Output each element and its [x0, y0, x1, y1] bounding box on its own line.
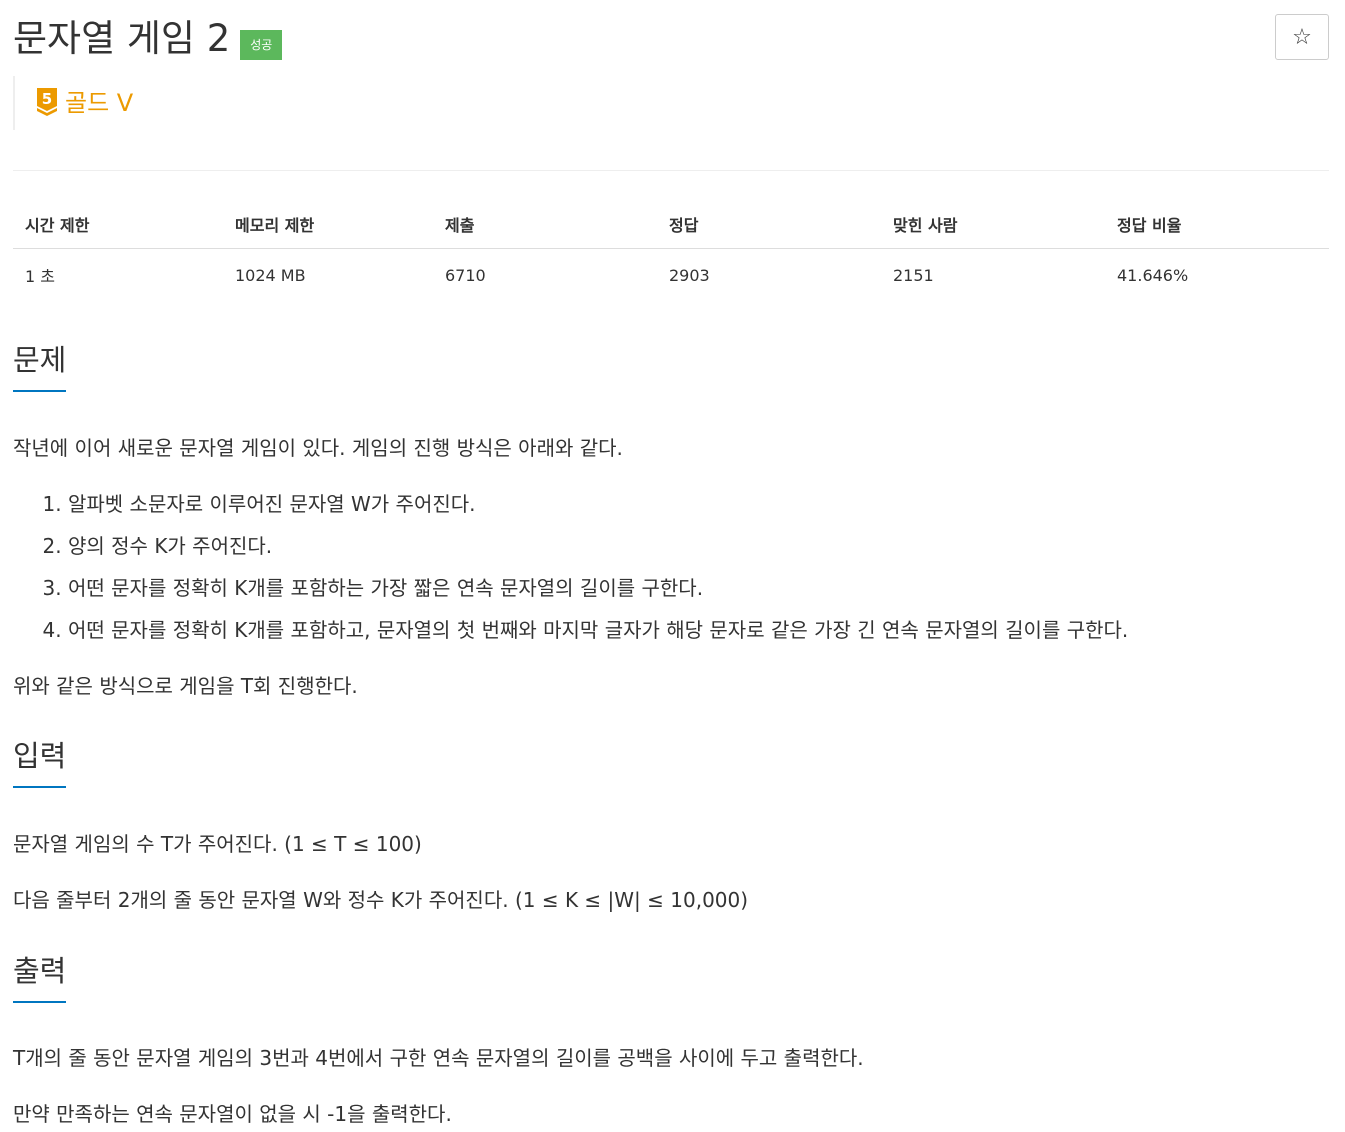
header-divider [13, 170, 1329, 171]
tier-number: 5 [42, 90, 52, 108]
header-submissions: 제출 [433, 198, 657, 249]
value-solved-users: 2151 [893, 265, 934, 285]
description-outro: 위와 같은 방식으로 게임을 T회 진행한다. [13, 674, 358, 698]
output-heading: 출력 [13, 951, 67, 1003]
section-rule [13, 1002, 1329, 1003]
header-accept-ratio: 정답 비율 [1105, 198, 1329, 249]
input-line-1: 문자열 게임의 수 T가 주어진다. (1 ≤ T ≤ 100) [13, 832, 422, 856]
input-section-header: 입력 [13, 736, 1329, 788]
value-time-limit: 1 초 [25, 267, 55, 286]
header-solved-users: 맞힌 사람 [881, 198, 1105, 249]
star-icon: ☆ [1292, 24, 1312, 50]
value-memory-limit: 1024 MB [235, 265, 306, 285]
section-rule [13, 391, 1329, 392]
list-item: 어떤 문자를 정확히 K개를 포함하고, 문자열의 첫 번째와 마지막 글자가 … [68, 609, 1128, 651]
problem-title: 문자열 게임 2 [13, 17, 231, 60]
list-item: 어떤 문자를 정확히 K개를 포함하는 가장 짧은 연속 문자열의 길이를 구한… [68, 567, 1128, 609]
header-accepted: 정답 [657, 198, 881, 249]
input-line-2: 다음 줄부터 2개의 줄 동안 문자열 W와 정수 K가 주어진다. (1 ≤ … [13, 888, 749, 912]
status-badge: 성공 [240, 30, 283, 60]
section-rule [13, 787, 1329, 788]
input-heading: 입력 [13, 736, 67, 788]
game-steps-list: 알파벳 소문자로 이루어진 문자열 W가 주어진다. 양의 정수 K가 주어진다… [13, 483, 1128, 651]
favorite-button[interactable]: ☆ [1275, 14, 1329, 60]
tier-gold-icon: 5 [37, 88, 57, 116]
list-item: 양의 정수 K가 주어진다. [68, 525, 1128, 567]
output-line-2: 만약 만족하는 연속 문자열이 없을 시 -1을 출력한다. [13, 1102, 452, 1126]
description-heading: 문제 [13, 340, 67, 392]
output-line-1: T개의 줄 동안 문자열 게임의 3번과 4번에서 구한 연속 문자열의 길이를… [13, 1046, 864, 1070]
value-accept-ratio: 41.646% [1117, 265, 1189, 285]
description-section-header: 문제 [13, 340, 1329, 392]
list-item: 알파벳 소문자로 이루어진 문자열 W가 주어진다. [68, 483, 1128, 525]
output-section-header: 출력 [13, 951, 1329, 1003]
problem-header: 문자열 게임 2 성공 ☆ 5 골드 V [13, 0, 1329, 171]
tier-indicator: 5 골드 V [13, 76, 133, 130]
description-intro: 작년에 이어 새로운 문자열 게임이 있다. 게임의 진행 방식은 아래와 같다… [13, 436, 623, 460]
value-accepted: 2903 [669, 265, 710, 285]
header-time-limit: 시간 제한 [13, 198, 223, 249]
title-row: 문자열 게임 2 성공 [13, 14, 283, 64]
value-submissions: 6710 [445, 265, 486, 285]
problem-info-table: 시간 제한 메모리 제한 제출 정답 맞힌 사람 정답 비율 1 초 1024 … [13, 198, 1329, 299]
header-memory-limit: 메모리 제한 [223, 198, 433, 249]
tier-label: 골드 V [65, 89, 134, 117]
info-value-row: 1 초 1024 MB 6710 2903 2151 41.646% [13, 249, 1329, 300]
problem-page: 문자열 게임 2 성공 ☆ 5 골드 V 시간 제한 메모리 제한 제출 정답 … [13, 0, 1329, 1126]
info-header-row: 시간 제한 메모리 제한 제출 정답 맞힌 사람 정답 비율 [13, 198, 1329, 249]
